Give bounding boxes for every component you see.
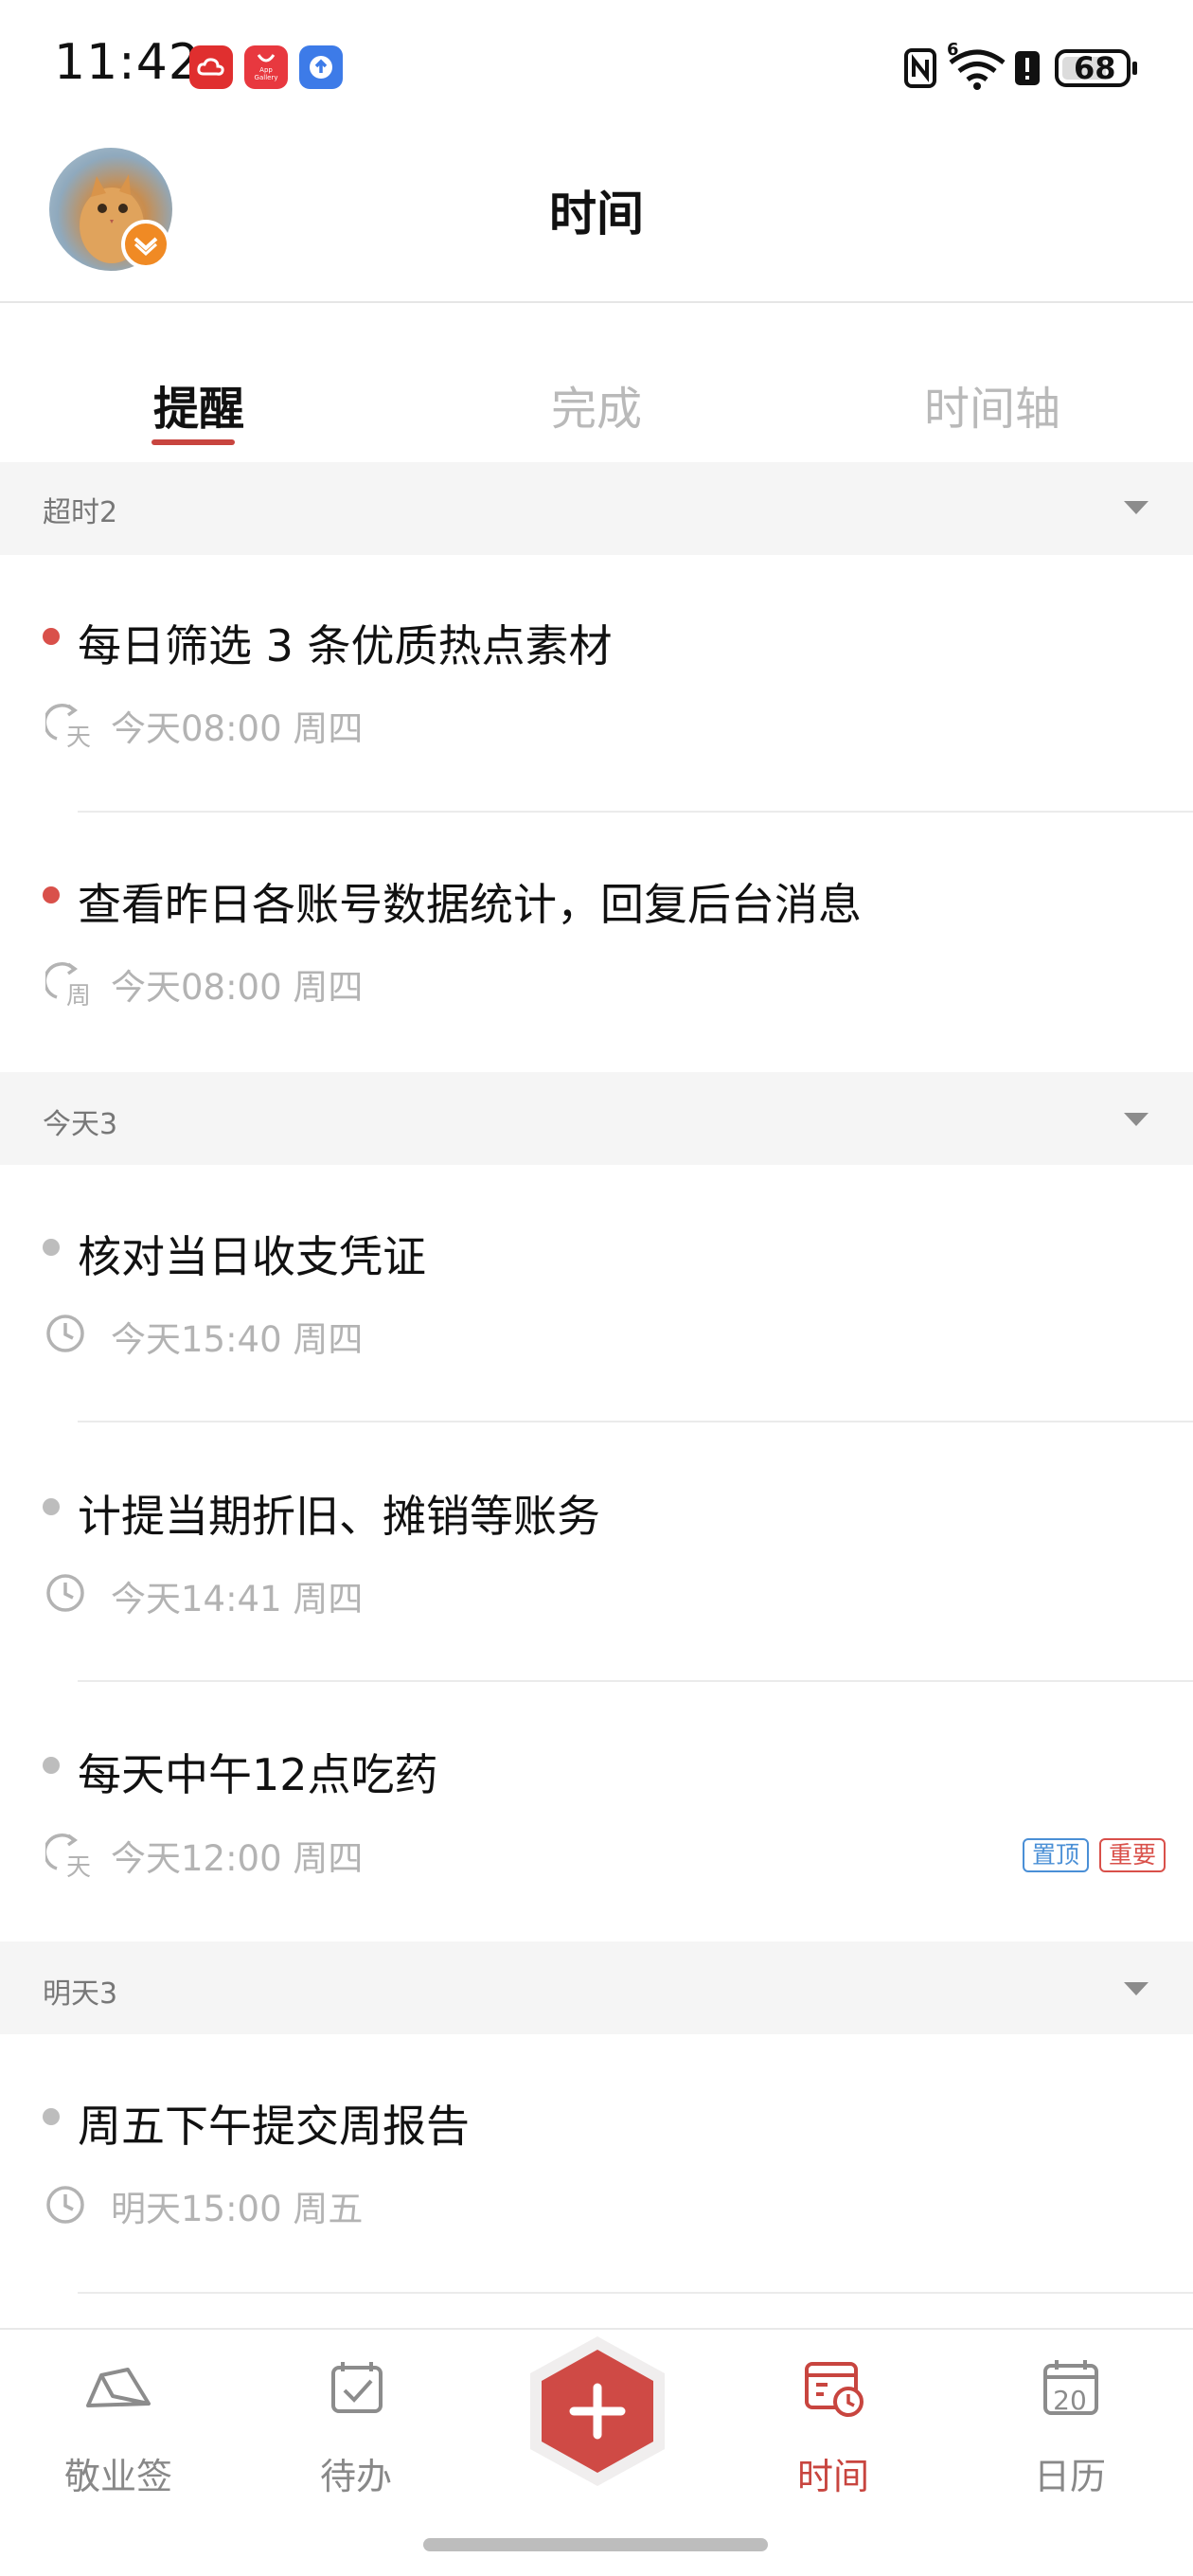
repeat-label: 天 [66, 1853, 92, 1882]
repeat-label: 周 [66, 982, 92, 1011]
item-time: 明天15:00 周五 [111, 2189, 364, 2229]
list-item[interactable] [0, 2034, 1193, 2292]
calendar-day: 20 [1053, 2385, 1087, 2416]
nav-label-todo: 待办 [319, 2456, 392, 2497]
item-time: 今天15:40 周四 [111, 1319, 364, 1360]
item-time: 今天14:41 周四 [111, 1579, 364, 1619]
upload-app-icon [299, 45, 343, 89]
home-indicator[interactable] [423, 2538, 768, 2551]
list-item[interactable] [0, 555, 1193, 813]
chevron-down-icon[interactable] [1122, 498, 1150, 521]
tab-done[interactable]: 完成 [454, 371, 739, 438]
chevron-down-icon[interactable] [1122, 1979, 1150, 2002]
item-title: 每天中午12点吃药 [78, 1749, 438, 1800]
active-tab-indicator [151, 439, 235, 445]
tab-timeline[interactable]: 时间轴 [850, 371, 1134, 438]
status-dot [43, 2108, 60, 2125]
wifi-generation: 6 [947, 40, 959, 60]
list-item[interactable] [0, 1165, 1193, 1422]
repeat-label: 天 [66, 724, 92, 752]
section-label: 今天3 [43, 1108, 118, 1141]
overdue-dot [43, 628, 60, 645]
clock-icon [45, 2183, 89, 2230]
item-title: 核对当日收支凭证 [78, 1231, 426, 1282]
item-title: 查看昨日各账号数据统计，回复后台消息 [78, 879, 862, 930]
repeat-daily-icon: 天 [43, 703, 97, 752]
item-title: 计提当期折旧、摊销等账务 [78, 1491, 600, 1542]
header-divider [0, 301, 1193, 303]
pinned-tag: 置顶 [1023, 1838, 1090, 1872]
nfc-icon [903, 47, 937, 93]
list-item[interactable] [0, 1682, 1193, 1940]
wifi-icon: 6 [947, 40, 1007, 95]
section-header-tomorrow[interactable] [0, 1941, 1193, 2034]
clock-icon [45, 1571, 89, 1619]
chevron-down-icon[interactable] [1122, 1110, 1150, 1133]
app-gallery-icon: App Gallery [244, 45, 288, 89]
important-tag: 重要 [1099, 1838, 1166, 1872]
battery-icon: 68 [1055, 49, 1140, 91]
add-button[interactable] [519, 2333, 676, 2490]
item-time: 今天08:00 周四 [111, 967, 364, 1008]
list-item[interactable] [0, 1422, 1193, 1680]
status-dot [43, 1498, 60, 1515]
nav-label-memo: 敬业签 [63, 2456, 172, 2497]
status-time: 11:42 [54, 34, 201, 91]
page-title: 时间 [549, 187, 644, 242]
item-title: 周五下午提交周报告 [78, 2101, 470, 2152]
item-title: 每日筛选 3 条优质热点素材 [78, 620, 613, 671]
app-gallery-label: App Gallery [254, 66, 278, 81]
todo-check-icon [331, 2362, 383, 2413]
status-dot [43, 1757, 60, 1774]
section-label: 超时2 [43, 496, 118, 529]
section-label: 明天3 [43, 1977, 118, 2011]
repeat-weekly-icon: 周 [43, 961, 97, 1011]
item-time: 今天08:00 周四 [111, 708, 364, 749]
item-time: 今天12:00 周四 [111, 1838, 364, 1879]
overdue-dot [43, 886, 60, 903]
clock-icon [45, 1312, 89, 1359]
alert-icon [1013, 49, 1042, 91]
item-divider [78, 2292, 1193, 2294]
cloud-app-icon [189, 45, 233, 89]
tab-reminder[interactable]: 提醒 [57, 371, 341, 438]
repeat-daily-icon: 天 [43, 1833, 97, 1882]
calendar-clock-icon [805, 2362, 864, 2417]
nav-todo[interactable] [271, 2358, 441, 2423]
battery-level: 68 [1074, 50, 1116, 86]
nav-label-time: 时间 [796, 2456, 869, 2497]
section-header-today[interactable] [0, 1072, 1193, 1165]
nav-memo[interactable] [33, 2358, 204, 2423]
memo-note-icon [86, 2368, 151, 2407]
nav-time[interactable] [748, 2358, 918, 2423]
nav-calendar[interactable]: 20 [985, 2358, 1155, 2423]
section-header-overdue[interactable] [0, 462, 1193, 555]
nav-label-calendar: 日历 [1033, 2456, 1106, 2497]
list-item[interactable] [0, 813, 1193, 1070]
status-dot [43, 1239, 60, 1256]
